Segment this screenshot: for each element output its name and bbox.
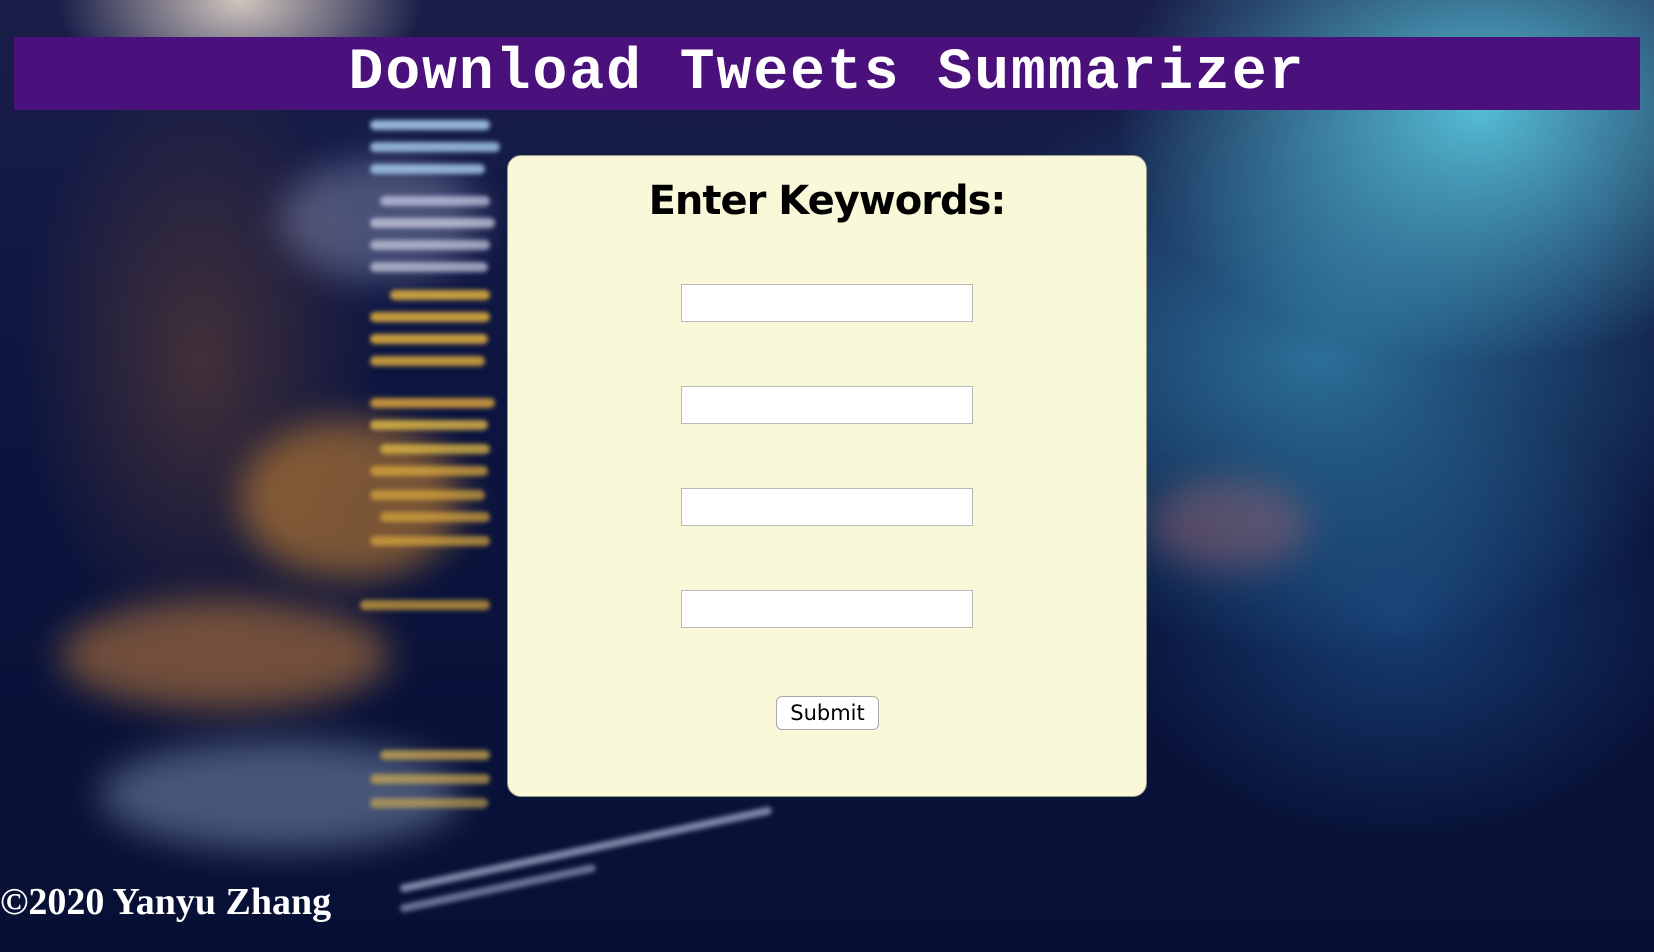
keywords-form: Enter Keywords: Submit [507, 155, 1147, 797]
keyword-input-3[interactable] [681, 488, 973, 526]
page-title: Download Tweets Summarizer [348, 41, 1306, 106]
keyword-input-4[interactable] [681, 590, 973, 628]
keyword-input-1[interactable] [681, 284, 973, 322]
submit-button[interactable]: Submit [776, 696, 879, 730]
form-heading: Enter Keywords: [648, 178, 1007, 224]
header-banner: Download Tweets Summarizer [14, 37, 1640, 110]
keyword-input-2[interactable] [681, 386, 973, 424]
footer-copyright: ©2020 Yanyu Zhang [0, 881, 332, 923]
